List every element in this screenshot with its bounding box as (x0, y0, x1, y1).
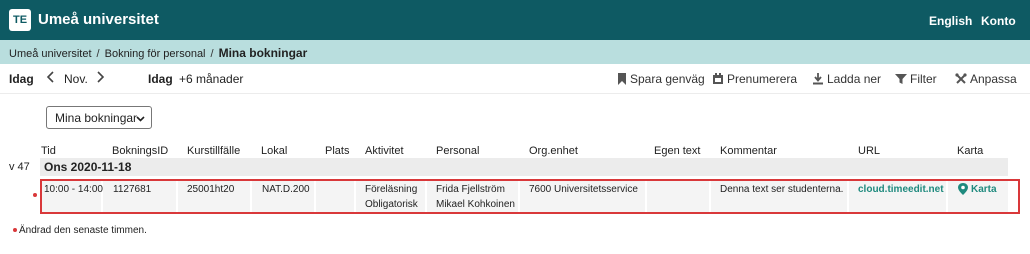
column-header-kommentar[interactable]: Kommentar (720, 145, 777, 157)
today-button[interactable]: Idag (9, 72, 34, 86)
app-title[interactable]: Umeå universitet (38, 11, 159, 28)
customize-label: Anpassa (970, 72, 1017, 86)
legend-dot (13, 228, 17, 232)
day-label: Ons 2020-11-18 (44, 160, 132, 174)
download-label: Ladda ner (827, 72, 882, 86)
chevron-down-icon (136, 112, 145, 126)
week-group: v 47 Ons 2020-11-18 (0, 158, 1008, 176)
row-highlight-frame (40, 179, 1020, 214)
changed-indicator-dot (33, 193, 37, 197)
column-header-aktivitet[interactable]: Aktivitet (365, 145, 404, 157)
tools-icon (955, 73, 967, 84)
view-select-value: Mina bokningar (55, 111, 138, 125)
column-header-personal[interactable]: Personal (436, 145, 479, 157)
top-bar: TE Umeå universitet English Konto (0, 0, 1030, 40)
save-shortcut-label: Spara genväg (630, 72, 705, 86)
column-header-orgenhet[interactable]: Org.enhet (529, 145, 578, 157)
range-length[interactable]: +6 månader (179, 72, 243, 86)
breadcrumb: Umeå universitet / Bokning för personal / Mi… (9, 46, 307, 60)
breadcrumb-separator: / (210, 48, 214, 60)
column-header-plats[interactable]: Plats (325, 145, 349, 157)
breadcrumb-separator: / (96, 48, 100, 60)
view-select[interactable]: Mina bokningar (46, 106, 152, 129)
customize-button[interactable]: Anpassa (955, 72, 1017, 86)
bookmark-icon (618, 73, 626, 85)
breadcrumb-staff-booking[interactable]: Bokning för personal (105, 48, 206, 60)
column-header-karta[interactable]: Karta (957, 145, 983, 157)
account-link[interactable]: Konto (981, 14, 1016, 28)
subscribe-button[interactable]: Prenumerera (712, 72, 797, 86)
subscribe-label: Prenumerera (727, 72, 798, 86)
column-header-tid[interactable]: Tid (41, 145, 56, 157)
month-label[interactable]: Nov. (64, 72, 88, 86)
breadcrumb-bar: Umeå universitet / Bokning för personal / Mi… (0, 40, 1030, 64)
language-link[interactable]: English (929, 14, 972, 28)
chevron-left-icon[interactable] (46, 70, 56, 88)
column-header-lokal[interactable]: Lokal (261, 145, 287, 157)
filter-label: Filter (910, 72, 937, 86)
column-header-bokningsid[interactable]: BokningsID (112, 145, 168, 157)
column-header-url[interactable]: URL (858, 145, 880, 157)
changed-legend-note: Ändrad den senaste timmen. (19, 225, 147, 236)
download-icon (813, 73, 823, 85)
range-start-today[interactable]: Idag (148, 72, 173, 86)
column-header-egen-text[interactable]: Egen text (654, 145, 700, 157)
column-header-kurstillfalle[interactable]: Kurstillfälle (187, 145, 240, 157)
breadcrumb-current: Mina bokningar (218, 46, 308, 60)
save-shortcut-button[interactable]: Spara genväg (617, 72, 705, 86)
breadcrumb-home[interactable]: Umeå universitet (9, 48, 92, 60)
date-toolbar: Idag Nov. Idag +6 månader Spara genväg P… (0, 64, 1030, 94)
day-header: Ons 2020-11-18 (40, 158, 1008, 176)
filter-icon (895, 74, 907, 84)
filter-button[interactable]: Filter (895, 72, 937, 86)
calendar-icon (713, 73, 723, 84)
week-label: v 47 (9, 161, 30, 173)
chevron-right-icon[interactable] (95, 70, 105, 88)
timeedit-logo[interactable]: TE (9, 9, 31, 31)
download-button[interactable]: Ladda ner (812, 72, 881, 86)
